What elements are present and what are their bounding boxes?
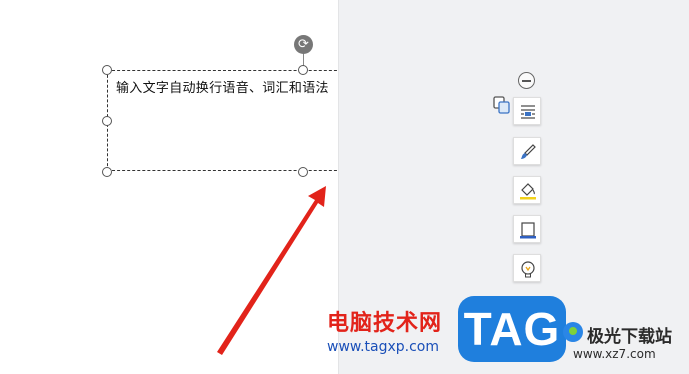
watermark-brand-url: www.xz7.com (573, 347, 656, 361)
watermark-site-title: 电脑技术网 (327, 311, 443, 336)
brand-logo-icon (563, 322, 583, 342)
watermark-brand-name: 极光下载站 (587, 327, 672, 347)
tag-logo: TAG (458, 296, 566, 362)
watermark-site-url: www.tagxp.com (327, 339, 439, 355)
